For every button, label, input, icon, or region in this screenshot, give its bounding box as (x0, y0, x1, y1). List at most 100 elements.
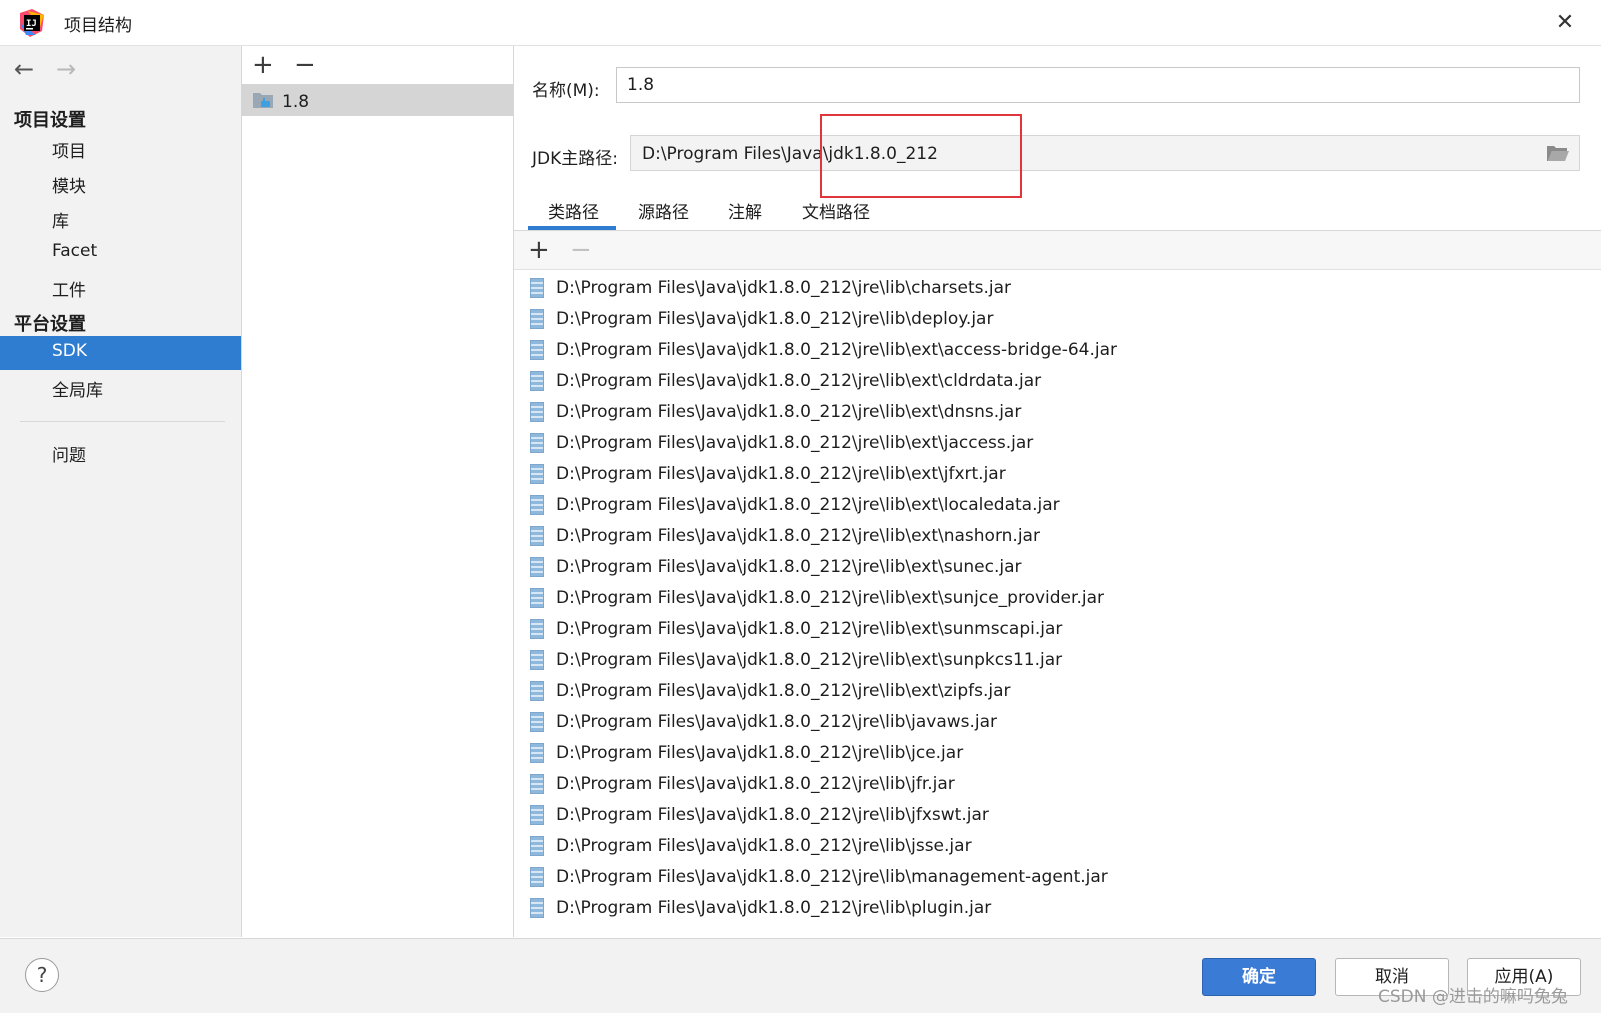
jar-icon (530, 370, 544, 391)
jar-icon (530, 711, 544, 732)
jar-icon (530, 866, 544, 887)
jar-path: D:\Program Files\Java\jdk1.8.0_212\jre\l… (556, 339, 1117, 360)
list-item[interactable]: D:\Program Files\Java\jdk1.8.0_212\jre\l… (530, 861, 1108, 892)
list-item[interactable]: D:\Program Files\Java\jdk1.8.0_212\jre\l… (530, 334, 1117, 365)
annotation-highlight-box (820, 114, 1022, 198)
forward-arrow-icon[interactable]: → (56, 57, 76, 81)
list-item[interactable]: D:\Program Files\Java\jdk1.8.0_212\jre\l… (530, 737, 963, 768)
remove-path-button[interactable]: − (570, 237, 592, 263)
list-item[interactable]: D:\Program Files\Java\jdk1.8.0_212\jre\l… (530, 706, 997, 737)
jar-path: D:\Program Files\Java\jdk1.8.0_212\jre\l… (556, 680, 1011, 701)
jar-path: D:\Program Files\Java\jdk1.8.0_212\jre\l… (556, 463, 1006, 484)
section-platform-settings: 平台设置 (14, 314, 86, 335)
ok-button[interactable]: 确定 (1202, 958, 1316, 996)
nav-item-libraries[interactable]: 库 (52, 207, 69, 232)
jar-path: D:\Program Files\Java\jdk1.8.0_212\jre\l… (556, 742, 964, 763)
jar-path: D:\Program Files\Java\jdk1.8.0_212\jre\l… (556, 277, 1012, 298)
jar-path: D:\Program Files\Java\jdk1.8.0_212\jre\l… (556, 432, 1034, 453)
list-item[interactable]: D:\Program Files\Java\jdk1.8.0_212\jre\l… (530, 582, 1104, 613)
back-arrow-icon[interactable]: ← (14, 57, 34, 81)
svg-text:IJ: IJ (26, 19, 37, 29)
jar-icon (530, 649, 544, 670)
nav-item-sdk-label: SDK (52, 341, 88, 361)
jar-icon (530, 897, 544, 918)
jar-path: D:\Program Files\Java\jdk1.8.0_212\jre\l… (556, 587, 1104, 608)
list-item[interactable]: D:\Program Files\Java\jdk1.8.0_212\jre\l… (530, 892, 991, 923)
close-button[interactable]: ✕ (1550, 8, 1580, 38)
list-item[interactable]: D:\Program Files\Java\jdk1.8.0_212\jre\l… (530, 489, 1060, 520)
tab-annotations[interactable]: 注解 (728, 198, 762, 223)
intellij-app-icon: IJ (18, 9, 46, 37)
window-title: 项目结构 (64, 16, 132, 36)
classpath-list[interactable]: D:\Program Files\Java\jdk1.8.0_212\jre\l… (514, 270, 1601, 937)
title-bar (0, 0, 1601, 46)
browse-folder-icon[interactable] (1546, 143, 1570, 163)
jar-icon (530, 308, 544, 329)
add-sdk-button[interactable]: + (252, 52, 274, 78)
jar-path: D:\Program Files\Java\jdk1.8.0_212\jre\l… (556, 401, 1022, 422)
jar-icon (530, 587, 544, 608)
tab-sourcepath[interactable]: 源路径 (638, 198, 689, 223)
nav-item-project[interactable]: 项目 (52, 137, 86, 162)
list-item[interactable]: D:\Program Files\Java\jdk1.8.0_212\jre\l… (530, 551, 1021, 582)
jar-icon (530, 773, 544, 794)
csdn-watermark: CSDN @进击的嘛吗兔兔 (1378, 987, 1568, 1007)
jdk-folder-icon (252, 89, 274, 111)
jar-icon (530, 494, 544, 515)
jar-icon (530, 401, 544, 422)
list-item[interactable]: D:\Program Files\Java\jdk1.8.0_212\jre\l… (530, 365, 1041, 396)
section-project-settings: 项目设置 (14, 110, 86, 131)
list-item[interactable]: D:\Program Files\Java\jdk1.8.0_212\jre\l… (530, 396, 1021, 427)
jar-path: D:\Program Files\Java\jdk1.8.0_212\jre\l… (556, 649, 1063, 670)
list-item[interactable]: D:\Program Files\Java\jdk1.8.0_212\jre\l… (530, 427, 1033, 458)
tab-documentation-paths[interactable]: 文档路径 (802, 198, 870, 223)
list-item[interactable]: D:\Program Files\Java\jdk1.8.0_212\jre\l… (530, 830, 972, 861)
jar-path: D:\Program Files\Java\jdk1.8.0_212\jre\l… (556, 711, 998, 732)
list-item[interactable]: D:\Program Files\Java\jdk1.8.0_212\jre\l… (530, 768, 955, 799)
list-item[interactable]: D:\Program Files\Java\jdk1.8.0_212\jre\l… (530, 303, 993, 334)
list-item[interactable]: D:\Program Files\Java\jdk1.8.0_212\jre\l… (530, 644, 1062, 675)
jar-icon (530, 432, 544, 453)
jar-path: D:\Program Files\Java\jdk1.8.0_212\jre\l… (556, 525, 1040, 546)
sdk-list-item-label: 1.8 (282, 92, 310, 112)
nav-item-problems[interactable]: 问题 (52, 441, 86, 466)
list-item[interactable]: D:\Program Files\Java\jdk1.8.0_212\jre\l… (530, 520, 1040, 551)
name-label: 名称(M): (532, 81, 600, 101)
help-button[interactable]: ? (25, 958, 59, 992)
add-path-button[interactable]: + (528, 237, 550, 263)
nav-item-artifacts[interactable]: 工件 (52, 276, 86, 301)
jar-path: D:\Program Files\Java\jdk1.8.0_212\jre\l… (556, 494, 1060, 515)
jar-path: D:\Program Files\Java\jdk1.8.0_212\jre\l… (556, 370, 1042, 391)
left-navigation (0, 46, 242, 937)
jar-icon (530, 618, 544, 639)
jar-icon (530, 835, 544, 856)
jar-icon (530, 742, 544, 763)
list-item[interactable]: D:\Program Files\Java\jdk1.8.0_212\jre\l… (530, 458, 1006, 489)
list-item[interactable]: D:\Program Files\Java\jdk1.8.0_212\jre\l… (530, 675, 1011, 706)
jdk-home-label: JDK主路径: (532, 149, 618, 169)
nav-item-sdk-selected[interactable] (0, 336, 241, 370)
jar-path: D:\Program Files\Java\jdk1.8.0_212\jre\l… (556, 618, 1063, 639)
nav-item-global-libraries[interactable]: 全局库 (52, 376, 103, 401)
nav-item-modules[interactable]: 模块 (52, 172, 86, 197)
jar-path: D:\Program Files\Java\jdk1.8.0_212\jre\l… (556, 866, 1108, 887)
jar-path: D:\Program Files\Java\jdk1.8.0_212\jre\l… (556, 308, 994, 329)
classpath-toolbar (514, 231, 1601, 270)
jar-path: D:\Program Files\Java\jdk1.8.0_212\jre\l… (556, 804, 989, 825)
jar-path: D:\Program Files\Java\jdk1.8.0_212\jre\l… (556, 897, 992, 918)
nav-item-facet[interactable]: Facet (52, 241, 97, 261)
jar-icon (530, 680, 544, 701)
jar-icon (530, 525, 544, 546)
tab-classpath[interactable]: 类路径 (548, 198, 599, 223)
list-item[interactable]: D:\Program Files\Java\jdk1.8.0_212\jre\l… (530, 272, 1011, 303)
jar-path: D:\Program Files\Java\jdk1.8.0_212\jre\l… (556, 835, 972, 856)
jar-path: D:\Program Files\Java\jdk1.8.0_212\jre\l… (556, 773, 955, 794)
remove-sdk-button[interactable]: − (294, 52, 316, 78)
name-input[interactable] (616, 67, 1580, 103)
sdk-list-panel (242, 46, 514, 937)
list-item[interactable]: D:\Program Files\Java\jdk1.8.0_212\jre\l… (530, 613, 1062, 644)
jar-icon (530, 463, 544, 484)
active-tab-indicator (528, 226, 616, 230)
nav-divider (20, 421, 225, 422)
list-item[interactable]: D:\Program Files\Java\jdk1.8.0_212\jre\l… (530, 799, 989, 830)
